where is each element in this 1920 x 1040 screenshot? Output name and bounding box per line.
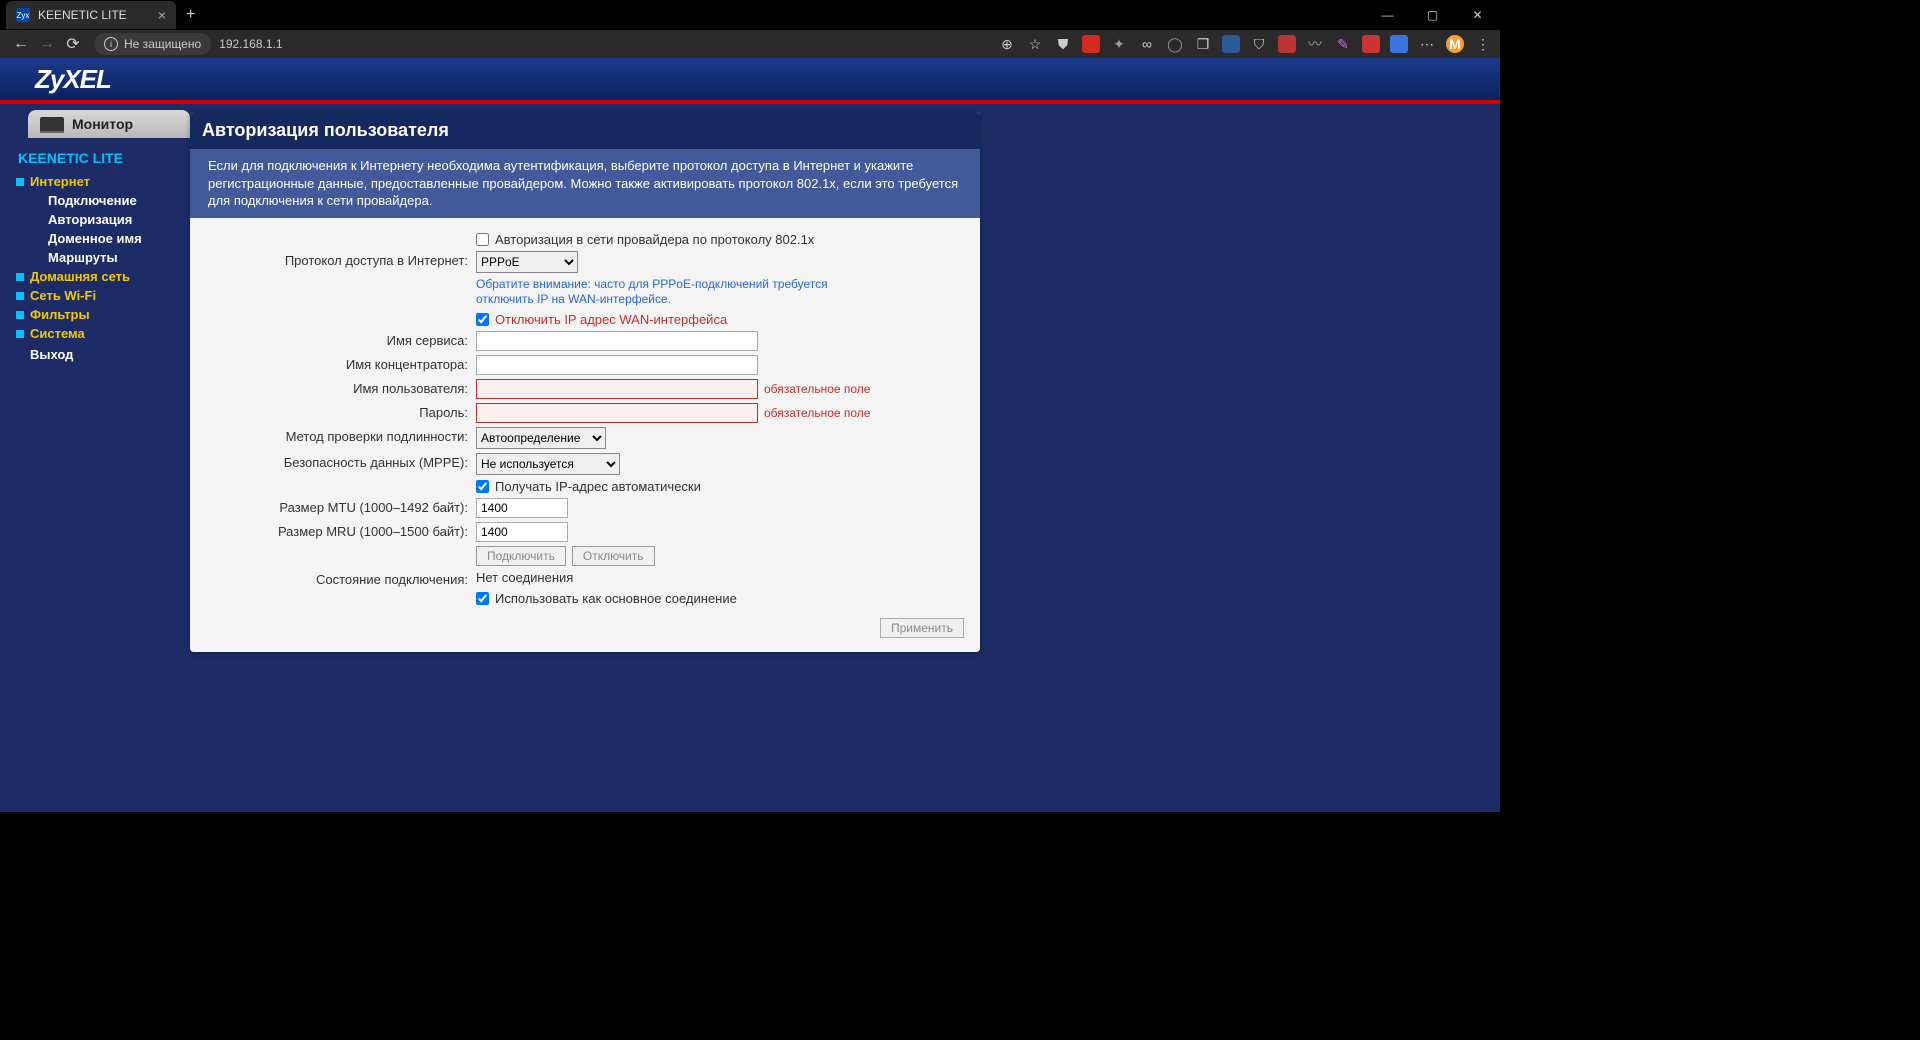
tab-close-icon[interactable]: ×	[158, 7, 166, 23]
extension-glasses-icon[interactable]: ∞	[1138, 35, 1156, 53]
username-label: Имя пользователя:	[206, 379, 476, 396]
primary-conn-label: Использовать как основное соединение	[495, 591, 737, 606]
new-tab-button[interactable]: +	[186, 6, 195, 24]
connect-button[interactable]: Подключить	[476, 546, 566, 566]
nav-wifi[interactable]: Сеть Wi-Fi	[18, 286, 180, 305]
menu-icon[interactable]: ⋮	[1474, 35, 1492, 53]
protocol-select[interactable]: PPPoE	[476, 251, 578, 273]
pocket-icon[interactable]: ⛊	[1054, 35, 1072, 53]
security-chip[interactable]: i Не защищено	[94, 33, 211, 55]
mtu-input[interactable]	[476, 498, 568, 518]
nav-home-network[interactable]: Домашняя сеть	[18, 267, 180, 286]
username-input[interactable]	[476, 379, 758, 399]
security-label: Не защищено	[124, 37, 201, 51]
profile-avatar[interactable]: M	[1446, 35, 1464, 53]
brand-logo: ZyXEL	[35, 64, 111, 95]
auth-method-select[interactable]: Автоопределение	[476, 427, 606, 449]
extension-red-icon[interactable]	[1082, 35, 1100, 53]
auto-ip-label: Получать IP-адрес автоматически	[495, 479, 701, 494]
disable-wan-ip-label: Отключить IP адрес WAN-интерфейса	[495, 312, 727, 327]
status-value: Нет соединения	[476, 570, 573, 585]
extension-dots-icon[interactable]: ⋯	[1418, 35, 1436, 53]
toolbar-extensions: ⊕ ☆ ⛊ ✦ ∞ ◯ ❐ ⛉ 〰 ✎ ⋯ M ⋮	[998, 35, 1492, 53]
back-button[interactable]: ←	[8, 31, 34, 57]
concentrator-input[interactable]	[476, 355, 758, 375]
url-text[interactable]: 192.168.1.1	[219, 37, 282, 51]
window-minimize-button[interactable]: —	[1365, 0, 1410, 30]
browser-toolbar: ← → ⟳ i Не защищено 192.168.1.1 ⊕ ☆ ⛊ ✦ …	[0, 30, 1500, 58]
nav-exit[interactable]: Выход	[18, 343, 180, 366]
password-label: Пароль:	[206, 403, 476, 420]
sidebar: Монитор KEENETIC LITE Интернет Подключен…	[0, 104, 190, 808]
auth-method-label: Метод проверки подлинности:	[206, 427, 476, 444]
nav-authorization[interactable]: Авторизация	[48, 210, 180, 229]
service-name-label: Имя сервиса:	[206, 331, 476, 348]
forward-button[interactable]: →	[34, 31, 60, 57]
nav-domain[interactable]: Доменное имя	[48, 229, 180, 248]
disconnect-button[interactable]: Отключить	[572, 546, 655, 566]
status-label: Состояние подключения:	[206, 570, 476, 587]
zoom-icon[interactable]: ⊕	[998, 35, 1016, 53]
nav-routes[interactable]: Маршруты	[48, 248, 180, 267]
reload-button[interactable]: ⟳	[60, 31, 86, 57]
star-icon[interactable]: ☆	[1026, 35, 1044, 53]
browser-tab[interactable]: Zyx KEENETIC LITE ×	[6, 1, 176, 29]
extension-tabs-icon[interactable]: ❐	[1194, 35, 1212, 53]
page: ZyXEL Монитор KEENETIC LITE Интернет Под…	[0, 58, 1500, 812]
window-close-button[interactable]: ✕	[1455, 0, 1500, 30]
nav-filters[interactable]: Фильтры	[18, 305, 180, 324]
mru-input[interactable]	[476, 522, 568, 542]
window-titlebar: Zyx KEENETIC LITE × + — ▢ ✕	[0, 0, 1500, 30]
mppe-select[interactable]: Не используется	[476, 453, 620, 475]
mppe-label: Безопасность данных (MPPE):	[206, 453, 476, 470]
tab-favicon-icon: Zyx	[16, 8, 30, 22]
device-title: KEENETIC LITE	[18, 150, 180, 166]
nav-tree: KEENETIC LITE Интернет Подключение Автор…	[0, 144, 190, 366]
auth-8021x-label: Авторизация в сети провайдера по протоко…	[495, 232, 814, 247]
service-name-input[interactable]	[476, 331, 758, 351]
extension-red2-icon[interactable]	[1362, 35, 1380, 53]
monitor-tab[interactable]: Монитор	[28, 110, 190, 138]
extension-puzzle-icon[interactable]: ✦	[1110, 35, 1128, 53]
apply-button[interactable]: Применить	[880, 618, 964, 638]
window-controls: — ▢ ✕	[1365, 0, 1500, 30]
mtu-label: Размер MTU (1000–1492 байт):	[206, 498, 476, 515]
panel-description: Если для подключения к Интернету необход…	[190, 149, 980, 218]
protocol-label: Протокол доступа в Интернет:	[206, 251, 476, 268]
auth-panel: Авторизация пользователя Если для подклю…	[190, 112, 980, 652]
panel-title: Авторизация пользователя	[190, 112, 980, 149]
tab-title: KEENETIC LITE	[38, 8, 127, 22]
password-required: обязательное поле	[764, 406, 870, 420]
mru-label: Размер MRU (1000–1500 байт):	[206, 522, 476, 539]
monitor-label: Монитор	[72, 116, 133, 132]
primary-conn-checkbox[interactable]	[476, 592, 489, 605]
extension-ublock-icon[interactable]	[1278, 35, 1296, 53]
auth-8021x-checkbox[interactable]	[476, 233, 489, 246]
main-area: Авторизация пользователя Если для подклю…	[190, 104, 1500, 808]
info-icon: i	[104, 37, 118, 51]
window-maximize-button[interactable]: ▢	[1410, 0, 1455, 30]
nav-connection[interactable]: Подключение	[48, 191, 180, 210]
protocol-hint: Обратите внимание: часто для PPPoE-подкл…	[476, 277, 836, 308]
nav-system[interactable]: Система	[18, 324, 180, 343]
extension-blue2-icon[interactable]	[1390, 35, 1408, 53]
concentrator-label: Имя концентратора:	[206, 355, 476, 372]
username-required: обязательное поле	[764, 382, 870, 396]
extension-feather-icon[interactable]: ✎	[1334, 35, 1352, 53]
password-input[interactable]	[476, 403, 758, 423]
extension-shield-icon[interactable]: ⛉	[1250, 35, 1268, 53]
extension-wave-icon[interactable]: 〰	[1306, 35, 1324, 53]
nav-internet[interactable]: Интернет	[18, 172, 180, 191]
monitor-icon	[40, 117, 64, 131]
auto-ip-checkbox[interactable]	[476, 480, 489, 493]
disable-wan-ip-checkbox[interactable]	[476, 313, 489, 326]
brand-bar: ZyXEL	[0, 58, 1500, 104]
extension-blue-icon[interactable]	[1222, 35, 1240, 53]
extension-circle-icon[interactable]: ◯	[1166, 35, 1184, 53]
